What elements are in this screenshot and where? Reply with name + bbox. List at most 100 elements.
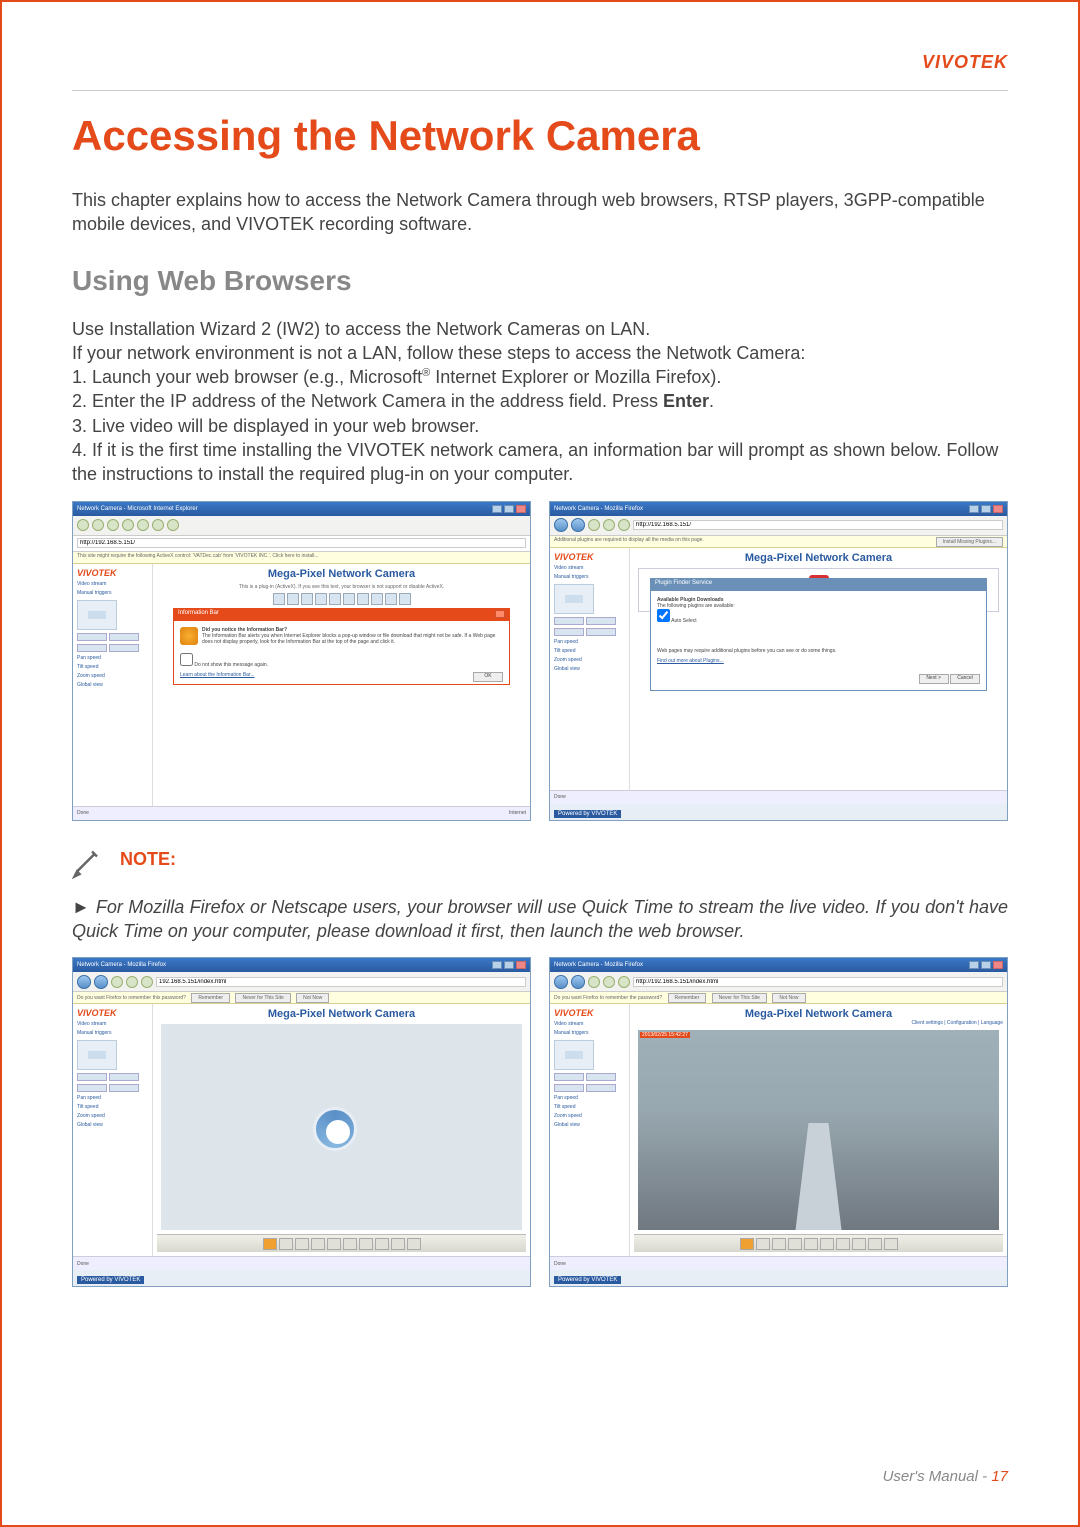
minimize-icon[interactable]: [492, 961, 502, 969]
side-global[interactable]: Global view: [554, 666, 625, 672]
control-icon[interactable]: [740, 1238, 754, 1250]
reload-icon[interactable]: [588, 976, 600, 988]
never-button[interactable]: Never for This Site: [235, 993, 290, 1003]
tool-icon[interactable]: [371, 593, 383, 605]
side-trigger[interactable]: Manual triggers: [77, 1030, 148, 1036]
control-icon[interactable]: [756, 1238, 770, 1250]
home-icon[interactable]: [618, 976, 630, 988]
tool-icon[interactable]: [385, 593, 397, 605]
remember-button[interactable]: Remember: [668, 993, 707, 1003]
qt-address-input[interactable]: [156, 977, 526, 987]
forward-icon[interactable]: [571, 975, 585, 989]
forward-icon[interactable]: [571, 518, 585, 532]
home-icon[interactable]: [137, 519, 149, 531]
ptz-pad[interactable]: [77, 600, 117, 630]
side-tilt[interactable]: Tilt speed: [77, 1104, 148, 1110]
control-icon[interactable]: [391, 1238, 405, 1250]
control-icon[interactable]: [279, 1238, 293, 1250]
ptz-btn[interactable]: [109, 1084, 139, 1092]
forward-icon[interactable]: [94, 975, 108, 989]
back-icon[interactable]: [77, 519, 89, 531]
side-stream[interactable]: Video stream: [77, 1021, 148, 1027]
ptz-pad[interactable]: [77, 1040, 117, 1070]
ptz-btn[interactable]: [554, 628, 584, 636]
control-icon[interactable]: [868, 1238, 882, 1250]
control-icon[interactable]: [852, 1238, 866, 1250]
stop-icon[interactable]: [603, 976, 615, 988]
ok-button[interactable]: OK: [473, 672, 503, 682]
side-global[interactable]: Global view: [554, 1122, 625, 1128]
side-zoom[interactable]: Zoom speed: [554, 657, 625, 663]
refresh-icon[interactable]: [122, 519, 134, 531]
install-plugins-button[interactable]: Install Missing Plugins...: [936, 537, 1003, 547]
maximize-icon[interactable]: [504, 505, 514, 513]
close-icon[interactable]: [993, 961, 1003, 969]
side-zoom[interactable]: Zoom speed: [554, 1113, 625, 1119]
live-address-input[interactable]: [633, 977, 1003, 987]
back-icon[interactable]: [77, 975, 91, 989]
control-icon[interactable]: [343, 1238, 357, 1250]
side-stream[interactable]: Video stream: [554, 565, 625, 571]
next-button[interactable]: Next >: [919, 674, 949, 684]
side-tilt[interactable]: Tilt speed: [77, 664, 148, 670]
side-zoom[interactable]: Zoom speed: [77, 673, 148, 679]
ptz-btn[interactable]: [586, 617, 616, 625]
ptz-btn[interactable]: [109, 644, 139, 652]
ptz-btn[interactable]: [77, 644, 107, 652]
reload-icon[interactable]: [111, 976, 123, 988]
side-global[interactable]: Global view: [77, 1122, 148, 1128]
control-icon[interactable]: [327, 1238, 341, 1250]
minimize-icon[interactable]: [969, 505, 979, 513]
control-icon[interactable]: [407, 1238, 421, 1250]
ptz-btn[interactable]: [586, 628, 616, 636]
ptz-btn[interactable]: [77, 633, 107, 641]
ptz-btn[interactable]: [554, 1084, 584, 1092]
side-trigger[interactable]: Manual triggers: [554, 1030, 625, 1036]
side-tilt[interactable]: Tilt speed: [554, 648, 625, 654]
reload-icon[interactable]: [588, 519, 600, 531]
ptz-btn[interactable]: [554, 617, 584, 625]
control-icon[interactable]: [788, 1238, 802, 1250]
dialog-close-icon[interactable]: [495, 610, 505, 618]
notnow-button[interactable]: Not Now: [296, 993, 329, 1003]
maximize-icon[interactable]: [504, 961, 514, 969]
search-icon[interactable]: [152, 519, 164, 531]
ptz-pad[interactable]: [554, 1040, 594, 1070]
tool-icon[interactable]: [399, 593, 411, 605]
side-pan[interactable]: Pan speed: [77, 655, 148, 661]
side-pan[interactable]: Pan speed: [77, 1095, 148, 1101]
side-pan[interactable]: Pan speed: [554, 1095, 625, 1101]
control-icon[interactable]: [359, 1238, 373, 1250]
control-icon[interactable]: [804, 1238, 818, 1250]
back-icon[interactable]: [554, 518, 568, 532]
side-trigger[interactable]: Manual triggers: [554, 574, 625, 580]
cancel-button[interactable]: Cancel: [950, 674, 980, 684]
ptz-btn[interactable]: [554, 1073, 584, 1081]
ie-info-bar[interactable]: This site might require the following Ac…: [73, 552, 530, 564]
top-links[interactable]: Client settings | Configuration | Langua…: [634, 1020, 1003, 1026]
control-icon[interactable]: [820, 1238, 834, 1250]
tool-icon[interactable]: [357, 593, 369, 605]
stop-icon[interactable]: [126, 976, 138, 988]
side-tilt[interactable]: Tilt speed: [554, 1104, 625, 1110]
ptz-btn[interactable]: [109, 633, 139, 641]
side-global[interactable]: Global view: [77, 682, 148, 688]
tool-icon[interactable]: [273, 593, 285, 605]
learn-more-link[interactable]: Learn about the Information Bar...: [180, 672, 255, 678]
ptz-btn[interactable]: [77, 1073, 107, 1081]
ptz-pad[interactable]: [554, 584, 594, 614]
notnow-button[interactable]: Not Now: [772, 993, 805, 1003]
home-icon[interactable]: [618, 519, 630, 531]
remember-button[interactable]: Remember: [191, 993, 230, 1003]
find-more-link[interactable]: Find out more about Plugins...: [657, 658, 724, 664]
minimize-icon[interactable]: [969, 961, 979, 969]
never-button[interactable]: Never for This Site: [712, 993, 767, 1003]
tool-icon[interactable]: [301, 593, 313, 605]
control-icon[interactable]: [263, 1238, 277, 1250]
side-trigger[interactable]: Manual triggers: [77, 590, 148, 596]
maximize-icon[interactable]: [981, 961, 991, 969]
ptz-btn[interactable]: [109, 1073, 139, 1081]
control-icon[interactable]: [772, 1238, 786, 1250]
control-icon[interactable]: [311, 1238, 325, 1250]
dont-show-checkbox[interactable]: [180, 653, 193, 666]
